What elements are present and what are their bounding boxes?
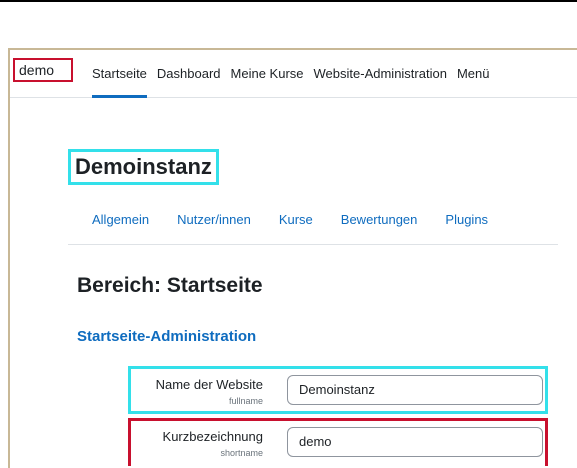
top-divider — [0, 0, 577, 2]
primary-navigation: Startseite Dashboard Meine Kurse Website… — [92, 50, 499, 98]
site-name-input[interactable]: Demoinstanz — [287, 375, 543, 405]
tab-bewertungen[interactable]: Bewertungen — [341, 212, 418, 227]
tab-plugins[interactable]: Plugins — [445, 212, 488, 227]
form-row-fullname: Name der Website fullname Demoinstanz — [128, 366, 548, 414]
nav-item-startseite[interactable]: Startseite — [92, 50, 147, 98]
top-navbar: demo Startseite Dashboard Meine Kurse We… — [10, 50, 577, 98]
field-setting-name: fullname — [228, 396, 263, 406]
field-setting-name: shortname — [220, 448, 263, 458]
section-heading: Bereich: Startseite — [77, 274, 263, 297]
tabs-divider — [68, 244, 558, 245]
tab-kurse[interactable]: Kurse — [279, 212, 313, 227]
tab-allgemein[interactable]: Allgemein — [92, 212, 149, 227]
page-title: Demoinstanz — [68, 149, 219, 185]
short-name-input[interactable]: demo — [287, 427, 543, 457]
field-label: Kurzbezeichnung — [162, 429, 263, 444]
sub-heading-link[interactable]: Startseite-Administration — [77, 328, 256, 345]
nav-item-dashboard[interactable]: Dashboard — [157, 50, 221, 97]
site-brand[interactable]: demo — [13, 58, 73, 82]
admin-tabs: Allgemein Nutzer/innen Kurse Bewertungen… — [92, 212, 516, 227]
nav-item-website-administration[interactable]: Website-Administration — [314, 50, 447, 97]
field-label: Name der Website — [155, 377, 263, 392]
tab-nutzer-innen[interactable]: Nutzer/innen — [177, 212, 251, 227]
form-row-shortname: Kurzbezeichnung shortname demo — [128, 418, 548, 466]
nav-item-menu[interactable]: Menü — [457, 50, 490, 97]
nav-item-meine-kurse[interactable]: Meine Kurse — [231, 50, 304, 97]
